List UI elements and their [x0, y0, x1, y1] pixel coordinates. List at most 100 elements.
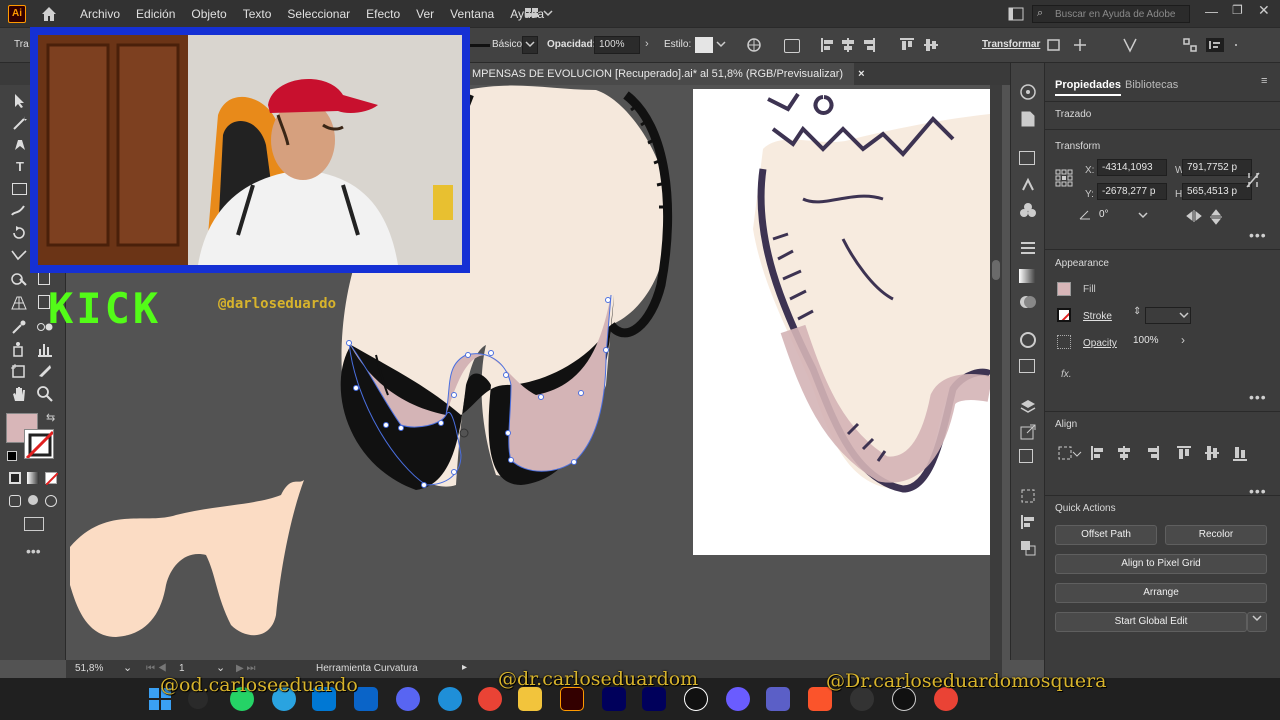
brushes-icon[interactable]: [1019, 175, 1037, 193]
reference-artboard[interactable]: [693, 89, 990, 555]
reference-point-icon[interactable]: [1055, 169, 1073, 187]
stroke-swatch[interactable]: [1057, 308, 1071, 322]
edit-toolbar-icon[interactable]: •••: [26, 543, 41, 559]
color-guide-icon[interactable]: [1019, 83, 1037, 101]
flip-vertical-icon[interactable]: [1209, 209, 1223, 225]
opacity-input[interactable]: 100%: [594, 36, 640, 54]
more-options-icon[interactable]: •••: [1249, 389, 1267, 405]
artboard-tool-icon[interactable]: [10, 363, 28, 379]
chevron-down-icon[interactable]: [1137, 211, 1149, 221]
tab-properties[interactable]: Propiedades: [1055, 79, 1122, 96]
close-window-icon[interactable]: ✕: [1258, 2, 1270, 19]
style-swatch[interactable]: [695, 37, 713, 53]
rectangle-tool-icon[interactable]: [12, 183, 27, 195]
edge-icon[interactable]: [438, 687, 462, 711]
align-to-pixel-grid-button[interactable]: Align to Pixel Grid: [1055, 554, 1267, 574]
workspace-switcher-icon[interactable]: [524, 6, 554, 20]
transform-link[interactable]: Transformar: [982, 39, 1040, 50]
gradient-mode-icon[interactable]: [27, 472, 39, 484]
copilot-icon[interactable]: [726, 687, 750, 711]
graphic-styles-icon[interactable]: [1019, 359, 1035, 373]
first-artboard-icon[interactable]: ⏮ ◀: [146, 663, 167, 674]
scroll-thumb[interactable]: [992, 260, 1000, 280]
chrome-icon[interactable]: [478, 687, 502, 711]
align-buttons[interactable]: [1057, 443, 1257, 463]
chevron-right-icon[interactable]: ›: [1181, 333, 1185, 347]
shape-options-icon[interactable]: [784, 39, 800, 53]
more-options-icon[interactable]: •••: [1249, 483, 1267, 499]
menu-texto[interactable]: Texto: [235, 7, 280, 21]
arrange-button[interactable]: Arrange: [1055, 583, 1267, 603]
discord-icon[interactable]: [396, 687, 420, 711]
maximize-icon[interactable]: ❐: [1232, 3, 1243, 17]
width-tool-icon[interactable]: [10, 247, 28, 263]
appearance-panel-icon[interactable]: [1019, 331, 1037, 349]
chevron-down-icon[interactable]: [714, 39, 728, 51]
eyedropper-tool-icon[interactable]: [10, 319, 28, 335]
color-mode-icon[interactable]: [9, 472, 21, 484]
menu-archivo[interactable]: Archivo: [72, 7, 128, 21]
help-search-box[interactable]: ⌕ Buscar en Ayuda de Adobe: [1032, 5, 1190, 23]
pathfinder-icon[interactable]: [1019, 539, 1037, 557]
zoom-level[interactable]: 51,8%: [75, 663, 103, 674]
chevron-down-icon[interactable]: ⌄: [123, 661, 132, 674]
control-right-icons[interactable]: [1046, 37, 1246, 53]
transparency-icon[interactable]: [1019, 293, 1037, 311]
artboard-number[interactable]: 1: [179, 663, 185, 674]
menu-efecto[interactable]: Efecto: [358, 7, 408, 21]
pen-tool-icon[interactable]: [12, 137, 28, 153]
swap-colors-icon[interactable]: ⇆: [46, 411, 55, 424]
width-input[interactable]: 791,7752 p: [1182, 159, 1252, 176]
slice-tool-icon[interactable]: [36, 363, 54, 379]
x-position-input[interactable]: -4314,1093: [1097, 159, 1167, 176]
type-tool-icon[interactable]: T: [12, 159, 28, 175]
screen-mode-icon[interactable]: [24, 517, 44, 531]
export-icon[interactable]: [1019, 423, 1037, 441]
free-transform-tool-icon[interactable]: [38, 271, 50, 285]
home-icon[interactable]: [40, 5, 58, 23]
stroke-color-swatch[interactable]: [24, 429, 54, 459]
swatches-icon[interactable]: [1019, 151, 1035, 165]
file-explorer-icon[interactable]: [518, 687, 542, 711]
menu-edicion[interactable]: Edición: [128, 7, 183, 21]
menu-seleccionar[interactable]: Seleccionar: [279, 7, 358, 21]
illustrator-taskbar-icon[interactable]: [560, 687, 584, 711]
chevron-down-icon[interactable]: [1178, 311, 1190, 321]
close-tab-icon[interactable]: ×: [858, 68, 864, 80]
symbols-icon[interactable]: [1019, 201, 1037, 219]
document-tab[interactable]: MPENSAS DE EVOLUCION [Recuperado].ai* al…: [464, 63, 865, 85]
default-colors-icon[interactable]: [7, 451, 17, 461]
recolor-button[interactable]: Recolor: [1165, 525, 1267, 545]
paintbrush-tool-icon[interactable]: [10, 203, 28, 219]
arrange-documents-icon[interactable]: [1008, 7, 1024, 21]
graph-tool-icon[interactable]: [36, 341, 54, 357]
panel-menu-icon[interactable]: ≡: [1261, 75, 1267, 87]
menu-ventana[interactable]: Ventana: [442, 7, 502, 21]
chevron-right-icon[interactable]: ▸: [462, 662, 467, 673]
effects-icon[interactable]: fx.: [1061, 369, 1072, 380]
fill-swatch[interactable]: [1057, 282, 1071, 296]
selection-tool-icon[interactable]: [12, 93, 28, 109]
recolor-icon[interactable]: [746, 37, 762, 53]
stroke-style-dropdown[interactable]: [522, 36, 538, 54]
last-artboard-icon[interactable]: ▶ ⏭: [236, 663, 255, 674]
transform-panel-icon[interactable]: [1019, 487, 1037, 505]
start-global-edit-button[interactable]: Start Global Edit: [1055, 612, 1247, 632]
more-options-icon[interactable]: •••: [1249, 227, 1267, 243]
rotate-tool-icon[interactable]: [10, 225, 28, 241]
none-mode-icon[interactable]: [45, 472, 59, 486]
rotation-input[interactable]: 0°: [1095, 207, 1137, 224]
after-effects-icon[interactable]: [602, 687, 626, 711]
minimize-icon[interactable]: —: [1205, 4, 1218, 19]
draw-behind-icon[interactable]: [28, 495, 38, 505]
tab-libraries[interactable]: Bibliotecas: [1125, 79, 1178, 91]
y-position-input[interactable]: -2678,277 p: [1097, 183, 1167, 200]
hand-tool-icon[interactable]: [10, 385, 28, 403]
opacity-input[interactable]: 100%: [1129, 333, 1179, 350]
global-edit-options-button[interactable]: [1247, 612, 1267, 632]
chevron-down-icon[interactable]: ⌄: [216, 661, 225, 674]
zoom-tool-icon[interactable]: [36, 385, 54, 403]
stroke-panel-icon[interactable]: [1019, 239, 1037, 257]
chevron-right-icon[interactable]: ›: [645, 38, 649, 50]
draw-normal-icon[interactable]: [9, 495, 21, 507]
